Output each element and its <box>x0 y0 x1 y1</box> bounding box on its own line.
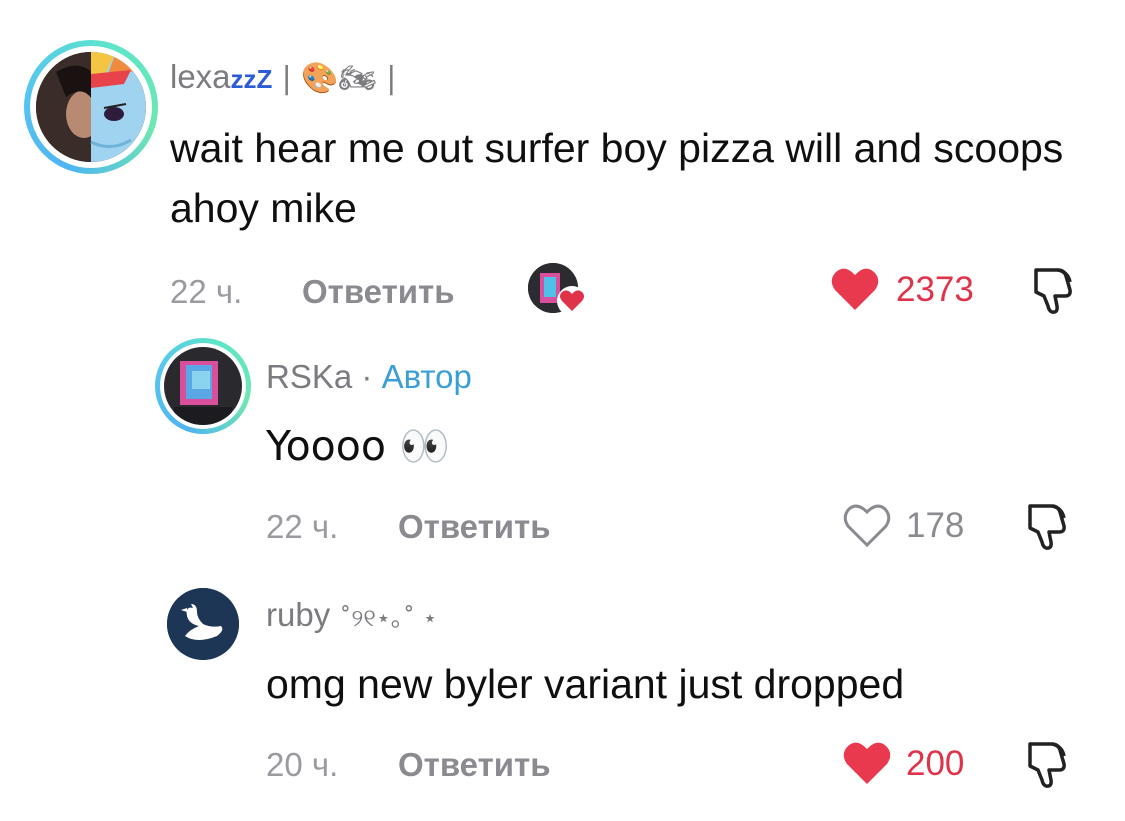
comment-text: wait hear me out surfer boy pizza will a… <box>170 125 1064 231</box>
avatar[interactable] <box>167 588 239 660</box>
creator-liked-indicator <box>528 263 588 317</box>
avatar[interactable] <box>164 347 242 425</box>
comment-header: lexazzZ | 🎨🏍 | <box>170 58 396 96</box>
username[interactable]: RSKa <box>266 358 352 395</box>
heart-icon <box>557 286 587 316</box>
story-ring[interactable] <box>24 40 158 174</box>
like-count: 2373 <box>896 270 974 309</box>
separator: · <box>361 358 373 395</box>
timestamp: 22 ч. <box>170 273 243 310</box>
username-decoration: ˚୨୧⋆｡˚ ⋆ <box>339 604 438 632</box>
reply-button[interactable]: Ответить <box>302 273 455 311</box>
dislike-icon[interactable] <box>1028 266 1074 316</box>
reply-button[interactable]: Ответить <box>398 508 551 546</box>
dislike-icon[interactable] <box>1022 740 1068 790</box>
like-count: 178 <box>906 506 965 545</box>
username[interactable]: ruby <box>266 596 330 633</box>
reply-button[interactable]: Ответить <box>398 746 551 784</box>
author-badge: Автор <box>381 358 472 395</box>
comment-header: ruby ˚୨୧⋆｡˚ ⋆ <box>266 596 438 634</box>
dislike-icon[interactable] <box>1022 502 1068 552</box>
like-heart-outline-icon[interactable] <box>842 502 892 548</box>
avatar[interactable] <box>36 52 146 162</box>
comment-header: RSKa · Автор <box>266 358 472 396</box>
story-ring[interactable] <box>155 338 251 434</box>
swan-icon <box>167 588 239 660</box>
timestamp: 20 ч. <box>266 746 339 783</box>
username[interactable]: lexa <box>170 58 231 95</box>
user-badges: | 🎨🏍 | <box>281 61 397 96</box>
like-heart-icon[interactable] <box>842 740 892 786</box>
comment-text: Yoooo 👀 <box>266 422 451 470</box>
like-heart-icon[interactable] <box>830 266 880 312</box>
comment-text: omg new byler variant just dropped <box>266 661 905 707</box>
username-decoration: zzZ <box>230 64 273 94</box>
timestamp: 22 ч. <box>266 508 339 545</box>
like-count: 200 <box>906 744 965 783</box>
